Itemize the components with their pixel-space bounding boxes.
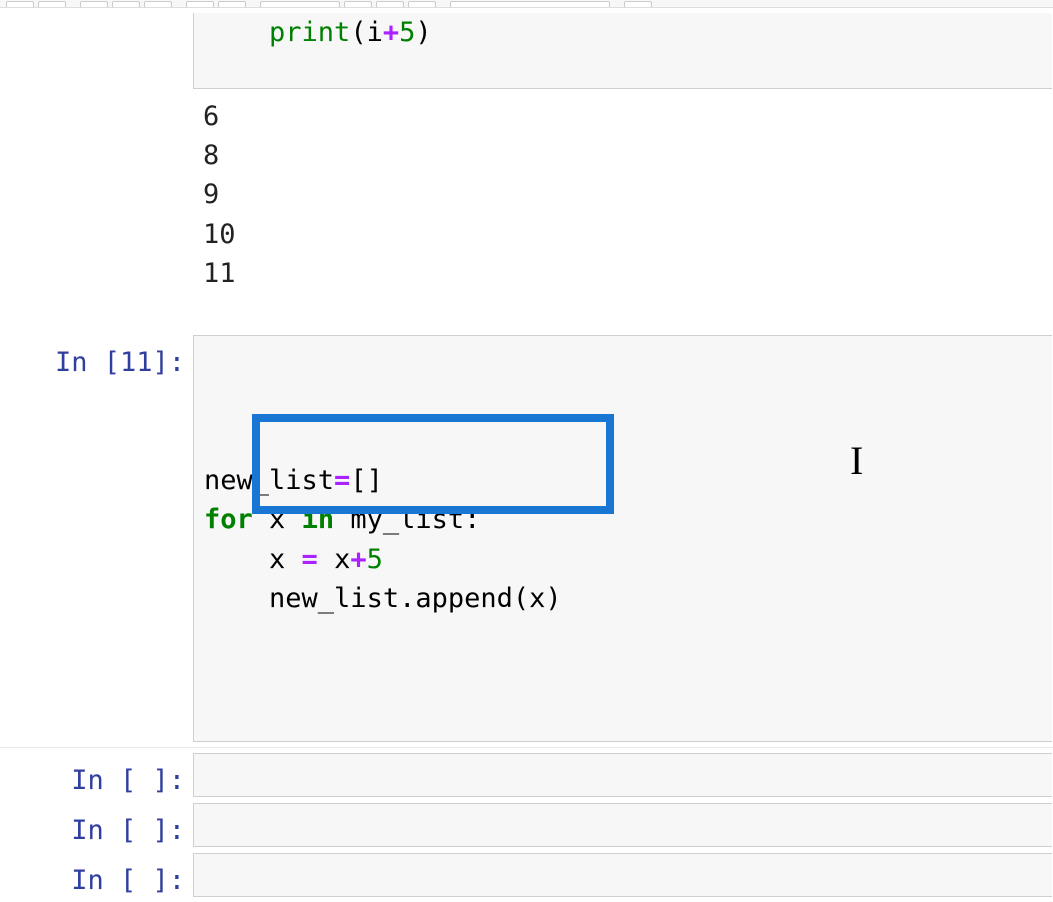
in-prompt: [1, 13, 193, 89]
restart-run-button[interactable]: [408, 1, 436, 8]
run-button[interactable]: [260, 1, 340, 8]
move-up-button[interactable]: [186, 1, 214, 8]
restart-button[interactable]: [376, 1, 404, 8]
in-prompt: In [ ]:: [1, 803, 193, 847]
in-prompt: In [ ]:: [1, 853, 193, 897]
stdout-output: 6 8 9 10 11: [193, 91, 1052, 309]
cell-type-label: Code: [459, 7, 492, 8]
code-input[interactable]: new_list=[]for x in my_list: x = x+5 new…: [193, 335, 1052, 742]
code-input[interactable]: [193, 803, 1052, 847]
code-input[interactable]: [193, 853, 1052, 897]
empty-code-cell: In [ ]:: [0, 752, 1053, 798]
empty-code-cell: In [ ]:: [0, 852, 1053, 898]
interrupt-button[interactable]: [344, 1, 372, 8]
move-down-button[interactable]: [218, 1, 246, 8]
out-prompt: [1, 91, 193, 309]
copy-cell-button[interactable]: [112, 1, 140, 8]
code-input[interactable]: [193, 753, 1052, 797]
cell-divider: [0, 747, 1053, 748]
in-prompt: In [ ]:: [1, 753, 193, 797]
toolbar: Code: [0, 0, 1053, 8]
in-prompt: In [11]:: [1, 335, 193, 742]
cell-type-select[interactable]: Code: [450, 1, 610, 8]
code-cell-partial-top: print(i+5): [0, 12, 1053, 90]
insert-cell-button[interactable]: [38, 1, 66, 8]
code-cell-11: In [11]: new_list=[]for x in my_list: x …: [0, 334, 1053, 743]
cut-cell-button[interactable]: [80, 1, 108, 8]
save-button[interactable]: [6, 1, 34, 8]
paste-cell-button[interactable]: [144, 1, 172, 8]
output-cell: 6 8 9 10 11: [0, 90, 1053, 310]
notebook-container: print(i+5) 6 8 9 10 11 In [11]: new_list…: [0, 12, 1053, 898]
command-palette-button[interactable]: [624, 1, 652, 8]
code-input[interactable]: print(i+5): [193, 13, 1052, 89]
empty-code-cell: In [ ]:: [0, 802, 1053, 848]
